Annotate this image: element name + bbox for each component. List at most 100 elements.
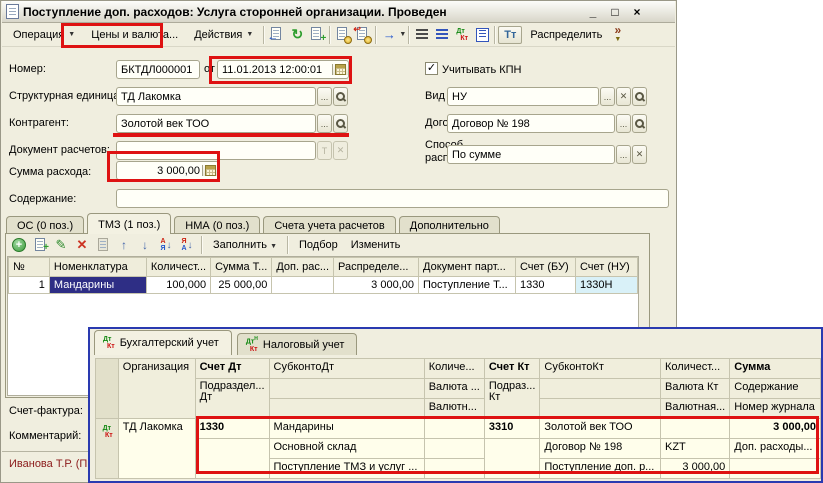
- copy-row-icon[interactable]: +: [31, 236, 49, 254]
- chevron-down-icon[interactable]: ▼: [399, 31, 406, 38]
- number-field[interactable]: БКТДЛ000001: [116, 60, 200, 79]
- content-field[interactable]: [116, 189, 669, 208]
- save-icon[interactable]: ←: [267, 25, 287, 45]
- actions-button[interactable]: Действия ▼: [186, 25, 261, 45]
- post-document-icon[interactable]: [333, 25, 353, 45]
- pick-button[interactable]: Подбор: [294, 237, 343, 253]
- posting-row[interactable]: Основной склад Договор № 198 KZT Доп. ра…: [96, 439, 821, 459]
- add-row-icon[interactable]: +: [10, 236, 28, 254]
- calendar-icon[interactable]: [332, 64, 348, 75]
- prices-currency-button[interactable]: Цены и валюта...: [83, 25, 186, 45]
- column-header[interactable]: Счет (БУ): [515, 258, 575, 277]
- column-header[interactable]: Организация: [118, 359, 195, 419]
- tab-additional[interactable]: Дополнительно: [399, 216, 500, 234]
- clear-button[interactable]: ✕: [632, 145, 647, 164]
- column-header[interactable]: Валюта Кт: [661, 379, 730, 399]
- operation-button[interactable]: Операция ▼: [5, 25, 83, 45]
- column-header[interactable]: СубконтоДт: [269, 359, 424, 379]
- ellipsis-button[interactable]: ...: [317, 114, 332, 133]
- tab-tax[interactable]: ДтНКт Налоговый учет: [237, 333, 358, 355]
- column-header[interactable]: Сумма Т...: [211, 258, 272, 277]
- column-header[interactable]: Счет Дт: [195, 359, 269, 379]
- move-up-icon[interactable]: ↑: [115, 236, 133, 254]
- move-down-icon[interactable]: ↓: [136, 236, 154, 254]
- column-header[interactable]: Валютн...: [424, 399, 484, 419]
- clear-button[interactable]: ✕: [616, 87, 631, 106]
- close-button[interactable]: ×: [629, 5, 645, 19]
- column-header[interactable]: Счет Кт: [484, 359, 540, 379]
- expense-sum-field[interactable]: 3 000,00: [116, 161, 219, 180]
- distribution-method-field[interactable]: По сумме ... ✕: [447, 145, 647, 164]
- edit-row-icon[interactable]: ✎: [52, 236, 70, 254]
- comment-label: Комментарий:: [9, 430, 81, 442]
- column-header[interactable]: Количест...: [146, 258, 210, 277]
- journal-icon[interactable]: [472, 25, 492, 45]
- column-header[interactable]: СубконтоКт: [540, 359, 661, 379]
- contract-field[interactable]: Договор № 198 ...: [447, 114, 647, 133]
- ellipsis-button[interactable]: ...: [600, 87, 615, 106]
- counterparty-label: Контрагент:: [9, 117, 69, 129]
- date-field[interactable]: 11.01.2013 12:00:01: [217, 60, 349, 79]
- toolbar-separator: [375, 26, 377, 44]
- distribute-button[interactable]: Распределить: [522, 25, 610, 45]
- structural-unit-field[interactable]: ТД Лакомка ...: [116, 87, 348, 106]
- delete-row-icon[interactable]: ✕: [73, 236, 91, 254]
- column-header[interactable]: Номенклатура: [49, 258, 146, 277]
- column-header[interactable]: Счет (НУ): [575, 258, 637, 277]
- content-label: Содержание:: [9, 193, 76, 205]
- row-marker-header: [96, 359, 119, 419]
- column-header[interactable]: Доп. рас...: [272, 258, 334, 277]
- tt-button[interactable]: Тт: [498, 26, 522, 44]
- structure-list-icon[interactable]: [412, 25, 432, 45]
- kpn-checkbox[interactable]: ✓: [425, 62, 438, 75]
- column-header[interactable]: Количе...: [424, 359, 484, 379]
- column-header[interactable]: Документ парт...: [419, 258, 516, 277]
- ellipsis-button[interactable]: ...: [616, 145, 631, 164]
- copy-icon[interactable]: +: [307, 25, 327, 45]
- posting-tabs: ДтКт Бухгалтерский учет ДтНКт Налоговый …: [90, 329, 821, 355]
- dt-kt-icon: ДтКт: [103, 336, 115, 350]
- tab-os[interactable]: ОС (0 поз.): [6, 216, 84, 234]
- magnifier-button[interactable]: [632, 114, 647, 133]
- selected-cell[interactable]: Мандарины: [49, 277, 146, 294]
- marks-list-icon[interactable]: [432, 25, 452, 45]
- counterparty-field[interactable]: Золотой век ТОО ...: [116, 114, 348, 133]
- column-header[interactable]: Валютная...: [661, 399, 730, 419]
- magnifier-button[interactable]: [632, 87, 647, 106]
- column-header[interactable]: №: [9, 258, 50, 277]
- ellipsis-button[interactable]: ...: [616, 114, 631, 133]
- column-header[interactable]: Количест...: [661, 359, 730, 379]
- tmz-toolbar: + + ✎ ✕ ↑ ↓ АЯ ↓ ЯА ↓: [6, 234, 649, 256]
- sort-ascending-icon[interactable]: АЯ ↓: [157, 236, 175, 254]
- tab-tmz[interactable]: ТМЗ (1 поз.): [87, 213, 171, 234]
- magnifier-button[interactable]: [333, 87, 348, 106]
- tab-settlement-accounts[interactable]: Счета учета расчетов: [263, 216, 395, 234]
- dt-kt-icon[interactable]: ДтКт: [452, 25, 472, 45]
- settlement-doc-field[interactable]: Т ✕: [116, 141, 348, 160]
- tmz-table: № Номенклатура Количест... Сумма Т... До…: [8, 257, 638, 294]
- ellipsis-button[interactable]: ...: [317, 87, 332, 106]
- sort-descending-icon[interactable]: ЯА ↓: [178, 236, 196, 254]
- go-to-icon[interactable]: →: [379, 25, 399, 45]
- magnifier-button[interactable]: [333, 114, 348, 133]
- refresh-icon[interactable]: ↻: [287, 25, 307, 45]
- toolbar-overflow-button[interactable]: » ▼: [614, 26, 621, 44]
- maximize-button[interactable]: □: [607, 5, 623, 19]
- column-header[interactable]: Номер журнала: [730, 399, 821, 419]
- column-header[interactable]: Валюта ...: [424, 379, 484, 399]
- column-header[interactable]: Подраз... Кт: [484, 379, 540, 419]
- column-header[interactable]: Содержание: [730, 379, 821, 399]
- column-header[interactable]: Распределе...: [334, 258, 419, 277]
- posting-row[interactable]: ДтКт ТД Лакомка 1330 Мандарины 3310 Золо…: [96, 419, 821, 439]
- minimize-button[interactable]: _: [585, 5, 601, 19]
- tab-accounting[interactable]: ДтКт Бухгалтерский учет: [94, 330, 232, 355]
- column-header[interactable]: Сумма: [730, 359, 821, 379]
- column-header[interactable]: Подраздел... Дт: [195, 379, 269, 419]
- calculator-icon[interactable]: [202, 165, 218, 176]
- table-row[interactable]: 1 Мандарины 100,000 25 000,00 3 000,00 П…: [9, 277, 638, 294]
- nu-type-field[interactable]: НУ ... ✕: [447, 87, 647, 106]
- tab-nma[interactable]: НМА (0 поз.): [174, 216, 260, 234]
- change-button[interactable]: Изменить: [346, 237, 406, 253]
- fill-button[interactable]: Заполнить ▼: [208, 237, 282, 253]
- unpost-document-icon[interactable]: ↩: [353, 25, 373, 45]
